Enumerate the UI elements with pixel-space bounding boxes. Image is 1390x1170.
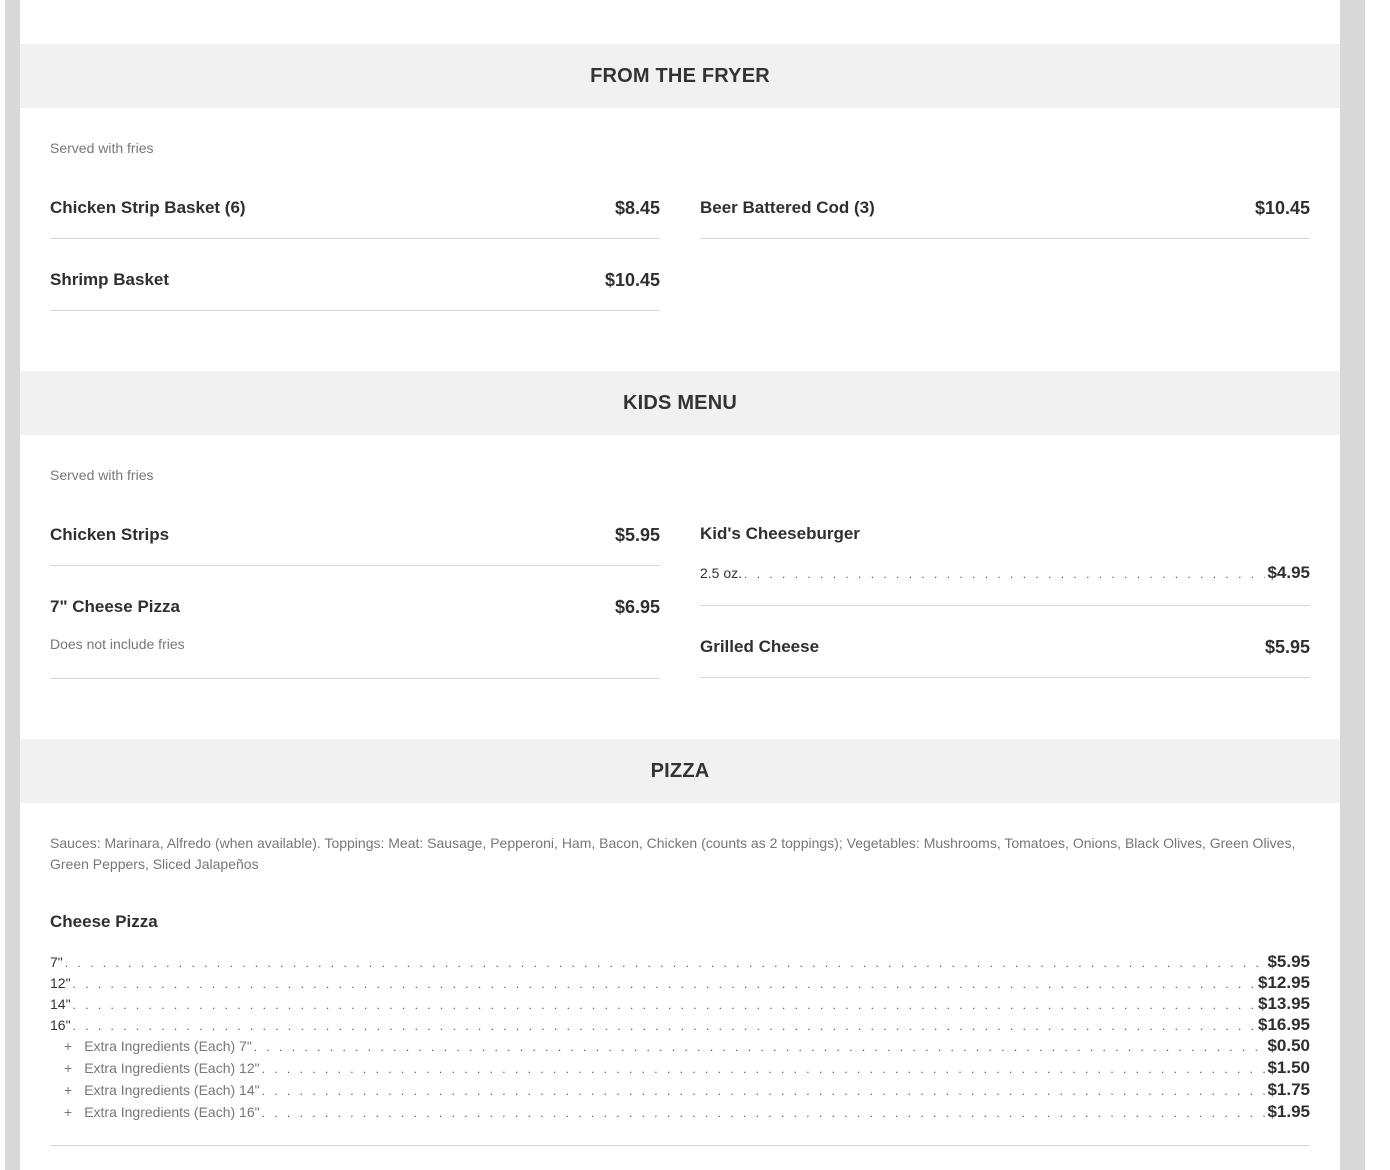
dot-leader: [262, 1084, 1266, 1098]
menu-item: Shrimp Basket $10.45: [50, 269, 660, 311]
extra-option-row: + Extra Ingredients (Each) 16" $1.95: [50, 1102, 1310, 1124]
section-title: KIDS MENU: [622, 391, 738, 414]
option-price: $1.75: [1267, 1080, 1310, 1099]
price-option-row: 7" $5.95: [50, 952, 1310, 973]
extra-option-row: + Extra Ingredients (Each) 14" $1.75: [50, 1080, 1310, 1102]
option-price: $12.95: [1258, 973, 1310, 992]
menu-item: Chicken Strip Basket (6) $8.45: [50, 197, 660, 239]
option-label: 7": [50, 954, 63, 970]
menu-item: Kid's Cheeseburger 2.5 oz. $4.95: [700, 523, 1310, 606]
plus-icon: +: [64, 1038, 73, 1054]
item-description: Does not include fries: [50, 636, 185, 652]
dot-leader: [73, 977, 1256, 991]
item-name: Grilled Cheese: [700, 637, 820, 656]
section-header-fryer: FROM THE FRYER: [20, 44, 1340, 108]
section-title: PIZZA: [650, 759, 710, 782]
dot-leader: [254, 1040, 1266, 1054]
item-name: 7" Cheese Pizza: [50, 597, 180, 616]
dot-leader: [744, 567, 1265, 581]
menu-item: 7" Cheese Pizza $6.95 Does not include f…: [50, 596, 660, 679]
option-label: Extra Ingredients (Each) 7": [84, 1038, 252, 1054]
option-price: $5.95: [1267, 952, 1310, 971]
item-price: $5.95: [614, 524, 660, 545]
dot-leader: [65, 956, 1266, 970]
item-name: Kid's Cheeseburger: [700, 524, 860, 543]
option-price: $16.95: [1258, 1015, 1310, 1034]
section-title: FROM THE FRYER: [590, 64, 770, 87]
extra-option-row: + Extra Ingredients (Each) 7" $0.50: [50, 1036, 1310, 1058]
price-option-row: 14" $13.95: [50, 994, 1310, 1015]
item-name: Shrimp Basket: [50, 270, 170, 289]
menu-item: Beer Battered Cod (3) $10.45: [700, 197, 1310, 239]
option-label: 12": [50, 975, 71, 991]
section-note: Served with fries: [50, 140, 154, 156]
menu-item: Chicken Strips $5.95: [50, 524, 660, 566]
item-price: $8.45: [614, 197, 660, 218]
dot-leader: [73, 1019, 1256, 1033]
dot-leader: [262, 1106, 1266, 1120]
item-name: Chicken Strip Basket (6): [50, 198, 246, 217]
price-option-row: 16" $16.95: [50, 1015, 1310, 1036]
plus-icon: +: [64, 1104, 73, 1120]
item-name: Chicken Strips: [50, 525, 170, 544]
option-label: Extra Ingredients (Each) 14": [84, 1082, 260, 1098]
item-price: $10.45: [604, 269, 660, 290]
option-price: $4.95: [1267, 563, 1310, 582]
option-label: Extra Ingredients (Each) 16": [84, 1104, 260, 1120]
plus-icon: +: [64, 1082, 73, 1098]
section-header-pizza: PIZZA: [20, 739, 1340, 803]
option-label: Extra Ingredients (Each) 12": [84, 1060, 260, 1076]
dot-leader: [262, 1062, 1266, 1076]
item-name: Beer Battered Cod (3): [700, 198, 875, 217]
price-option-row: 2.5 oz. $4.95: [700, 563, 1310, 584]
menu-item: Grilled Cheese $5.95: [700, 636, 1310, 678]
extra-option-row: + Extra Ingredients (Each) 12" $1.50: [50, 1058, 1310, 1080]
option-price: $1.50: [1267, 1058, 1310, 1077]
option-label: 14": [50, 996, 71, 1012]
section-note: Sauces: Marinara, Alfredo (when availabl…: [50, 835, 1296, 872]
item-price: $5.95: [1264, 636, 1310, 657]
section-header-kids: KIDS MENU: [20, 371, 1340, 435]
option-price: $13.95: [1258, 994, 1310, 1013]
plus-icon: +: [64, 1060, 73, 1076]
option-price: $1.95: [1267, 1102, 1310, 1121]
section-note: Served with fries: [50, 467, 154, 483]
item-price: $6.95: [614, 596, 660, 617]
price-option-row: 12" $12.95: [50, 973, 1310, 994]
pizza-price-list: 7" $5.95 12" $12.95 14" $13.95 16" $16.9…: [50, 952, 1310, 1146]
dot-leader: [73, 998, 1256, 1012]
item-name: Cheese Pizza: [50, 912, 158, 931]
option-label: 2.5 oz.: [700, 565, 743, 581]
option-price: $0.50: [1267, 1036, 1310, 1055]
item-price: $10.45: [1254, 197, 1310, 218]
option-label: 16": [50, 1017, 71, 1033]
menu-page: FROM THE FRYER Served with fries Chicken…: [20, 0, 1340, 1170]
